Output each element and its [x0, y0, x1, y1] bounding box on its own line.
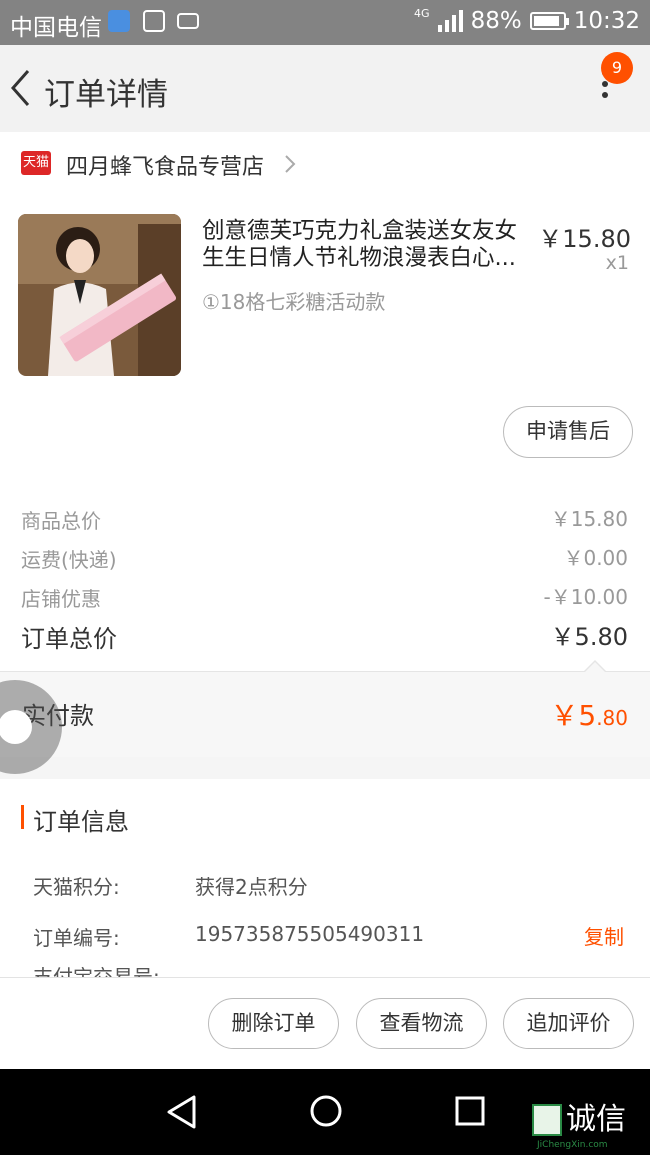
- order-info-title: 订单信息: [33, 808, 129, 836]
- order-total-label: 订单总价: [21, 625, 117, 653]
- tmall-logo-icon: 天猫: [21, 151, 51, 175]
- watermark-text: 诚信: [566, 1102, 626, 1137]
- info-value-points: 获得2点积分: [195, 875, 308, 899]
- section-accent-bar: [21, 805, 24, 829]
- keyboard-icon: [177, 13, 199, 29]
- watermark-subtext: JiChengXin.com: [537, 1140, 608, 1150]
- info-label-points: 天猫积分:: [33, 875, 120, 899]
- product-title-line2: 生生日情人节礼物浪漫表白心...: [202, 245, 516, 271]
- paid-notch-inner: [585, 662, 605, 672]
- product-title-line1: 创意德芙巧克力礼盒装送女友女: [202, 218, 518, 244]
- watermark: 诚信: [532, 1104, 626, 1136]
- add-review-button[interactable]: 追加评价: [503, 998, 634, 1049]
- paid-dec: .80: [596, 706, 628, 730]
- carrier-label: 中国电信: [10, 15, 102, 41]
- nav-back-icon[interactable]: [164, 1093, 198, 1131]
- view-logistics-button[interactable]: 查看物流: [356, 998, 487, 1049]
- summary-value-subtotal: ￥15.80: [550, 507, 628, 531]
- clock: 10:32: [573, 8, 640, 34]
- nav-bar: 订单详情: [0, 45, 650, 132]
- delete-order-button[interactable]: 删除订单: [208, 998, 339, 1049]
- status-bar: 中国电信 4G 88% 10:32: [0, 0, 650, 45]
- summary-value-shipping: ￥0.00: [563, 546, 628, 570]
- page-title: 订单详情: [44, 77, 168, 113]
- chevron-right-icon: [285, 155, 296, 173]
- product-sku: ①18格七彩糖活动款: [202, 290, 386, 314]
- summary-label-shipping: 运费(快递): [21, 548, 117, 572]
- battery-percent: 88%: [470, 8, 522, 34]
- shop-name[interactable]: 四月蜂飞食品专营店: [66, 149, 264, 181]
- paid-currency: ￥: [550, 699, 579, 732]
- info-value-order-no: 1957358755054903​11: [195, 922, 425, 946]
- info-label-order-no: 订单编号:: [33, 926, 120, 950]
- product-quantity: x1: [605, 252, 629, 274]
- image-icon: [143, 10, 165, 32]
- order-total-value: ￥5.80: [550, 623, 628, 651]
- summary-value-discount: -￥10.00: [543, 585, 628, 609]
- apply-aftersale-button[interactable]: 申请售后: [503, 406, 633, 458]
- notification-badge: 9: [601, 52, 633, 84]
- status-right: 4G 88% 10:32: [414, 8, 640, 34]
- product-image[interactable]: [18, 214, 181, 376]
- copy-order-no-button[interactable]: 复制: [584, 921, 624, 950]
- summary-label-subtotal: 商品总价: [21, 509, 101, 533]
- battery-icon: [529, 12, 569, 30]
- watermark-logo-icon: [532, 1104, 562, 1136]
- sim-icon: [108, 10, 130, 32]
- info-label-trade-no: 支付宝交易号:: [33, 966, 160, 977]
- network-type: 4G: [414, 7, 430, 20]
- product-price: ￥15.80: [538, 225, 631, 253]
- back-chevron-icon[interactable]: [6, 67, 36, 109]
- product-title[interactable]: 创意德芙巧克力礼盒装送女友女 生生日情人节礼物浪漫表白心...: [202, 218, 534, 272]
- nav-recents-icon[interactable]: [455, 1096, 485, 1126]
- paid-int: 5: [578, 699, 597, 732]
- paid-value: ￥5.80: [550, 694, 628, 734]
- summary-label-discount: 店铺优惠: [21, 587, 101, 611]
- nav-home-icon[interactable]: [309, 1094, 343, 1128]
- signal-icon: [437, 10, 463, 32]
